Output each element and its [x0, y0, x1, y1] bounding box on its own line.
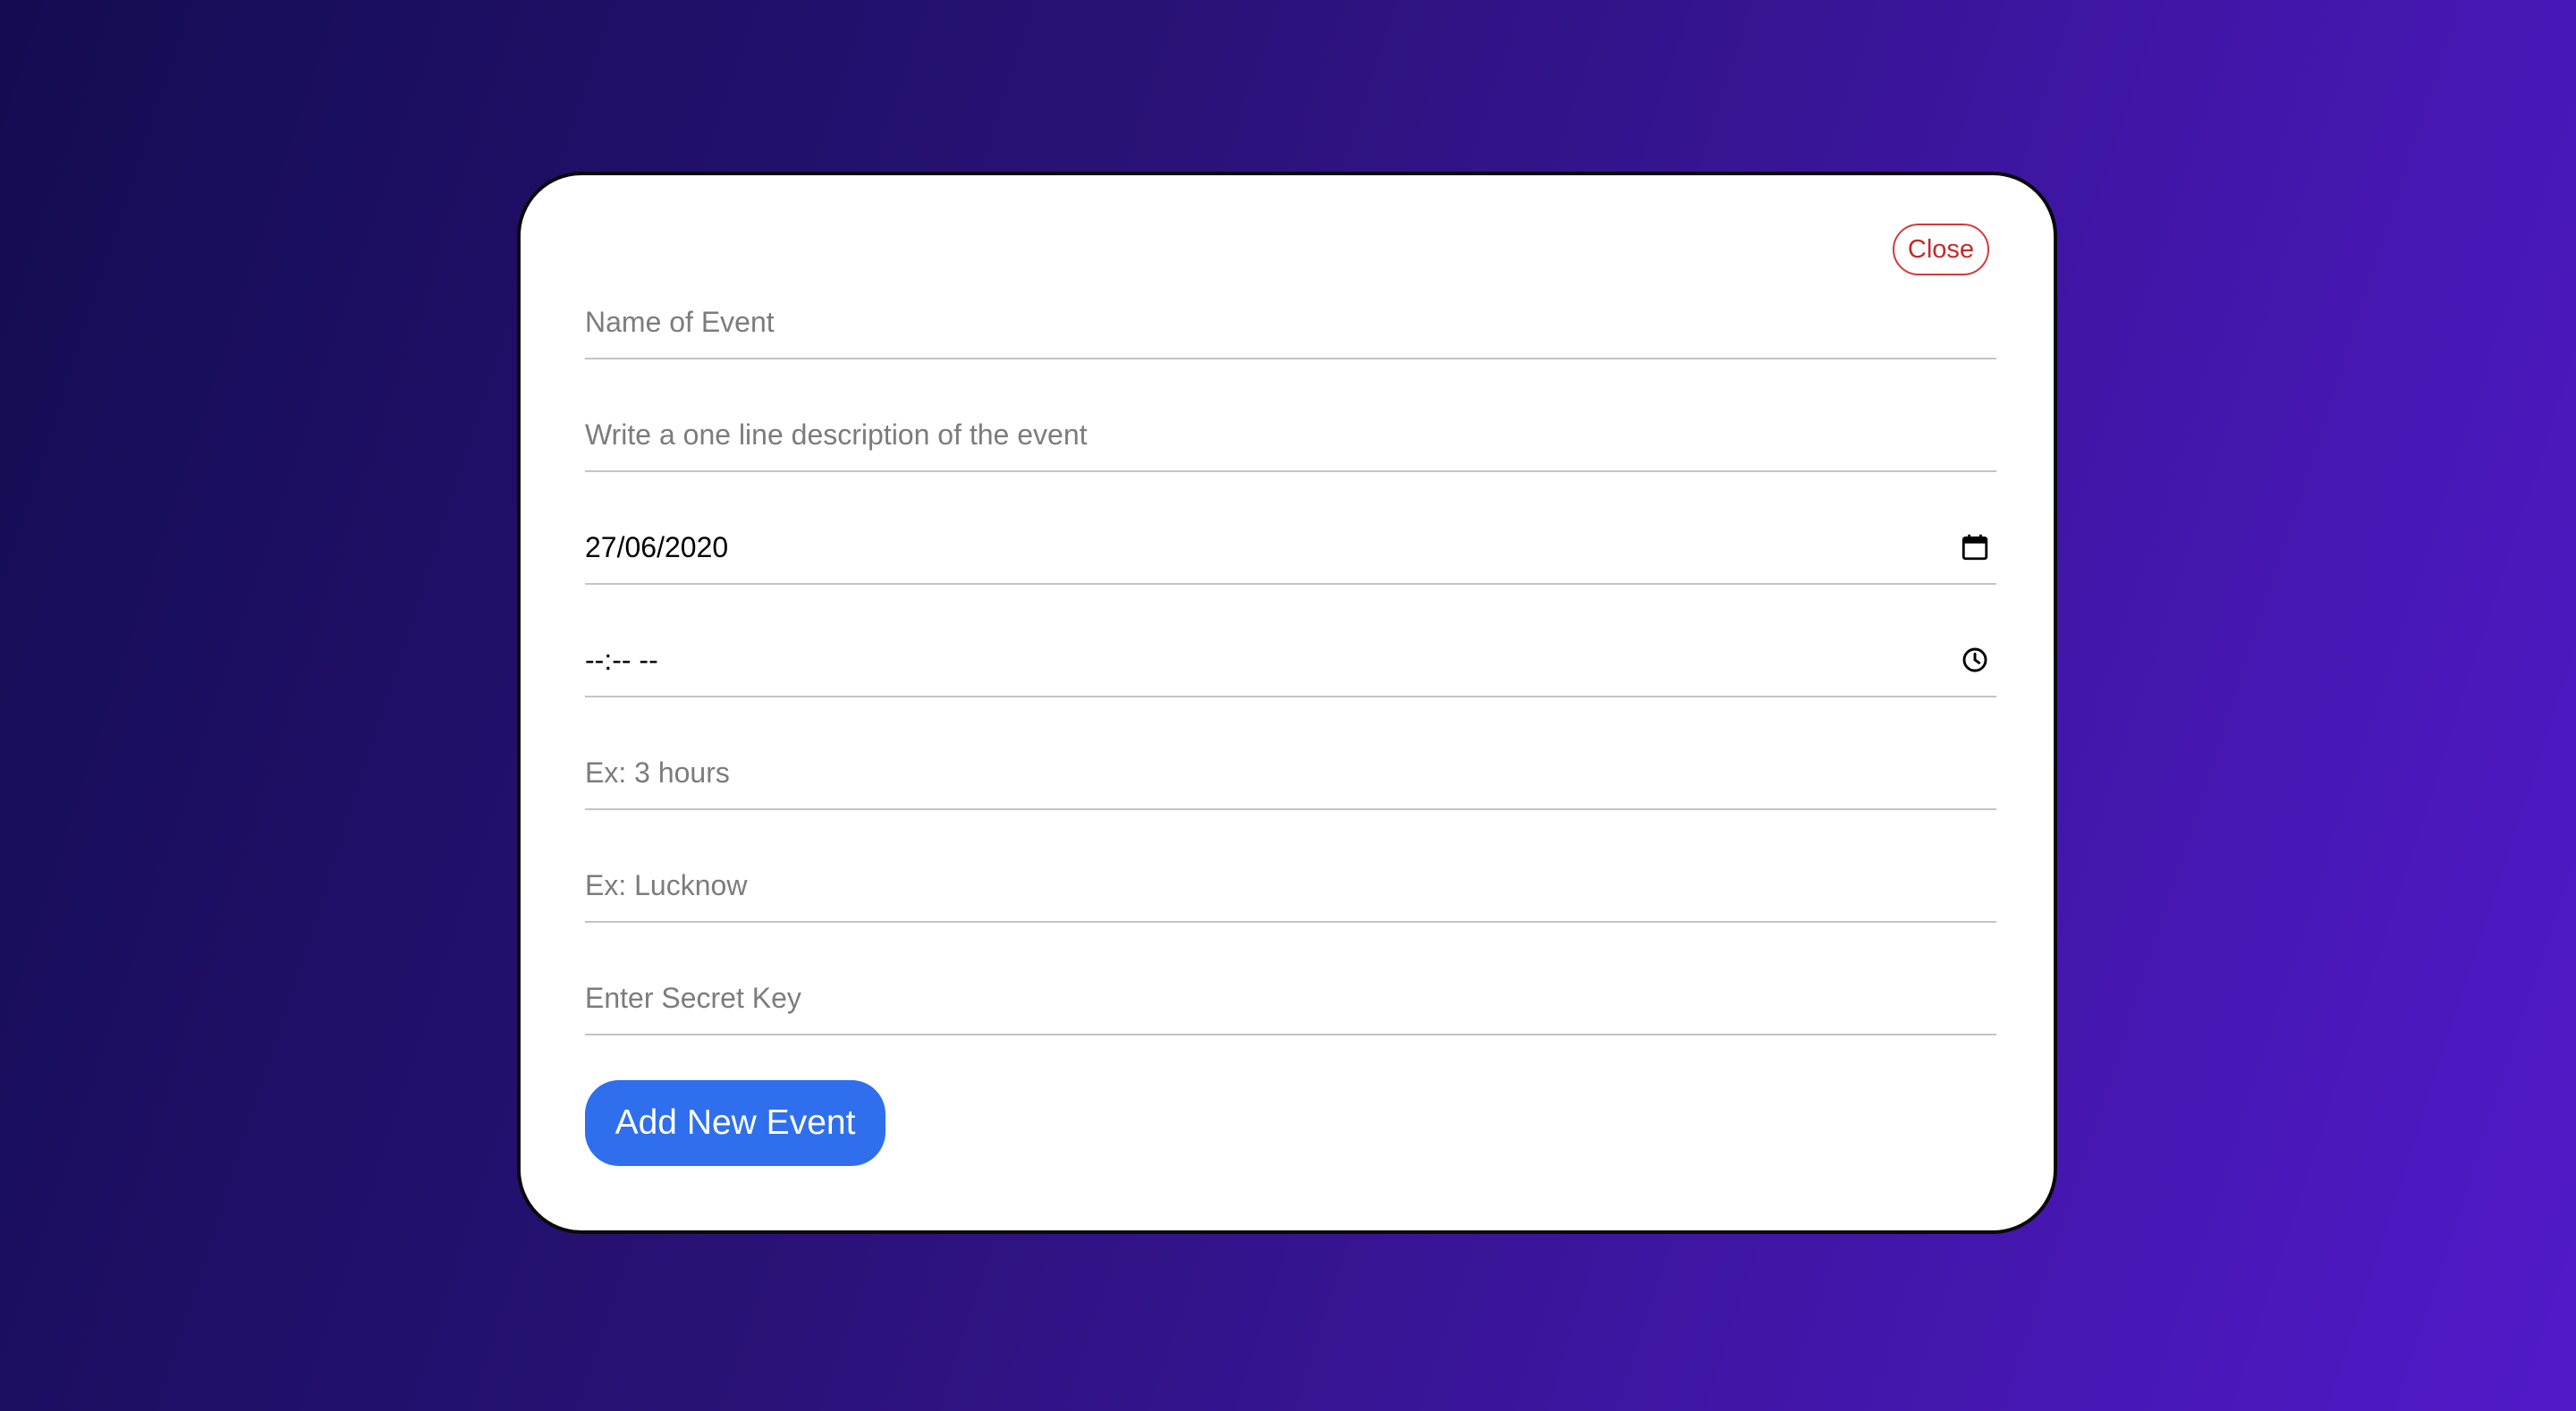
event-time-value[interactable]: --:-- -- — [585, 644, 658, 677]
clock-icon[interactable] — [1957, 642, 1993, 678]
event-name-input[interactable] — [585, 305, 1996, 339]
event-location-field — [585, 849, 1996, 923]
event-description-input[interactable] — [585, 418, 1996, 452]
event-date-value[interactable]: 27/06/2020 — [585, 531, 728, 564]
event-time-field[interactable]: --:-- -- — [585, 624, 1996, 697]
event-date-field[interactable]: 27/06/2020 — [585, 511, 1996, 585]
calendar-icon[interactable] — [1957, 529, 1993, 565]
add-new-event-button[interactable]: Add New Event — [585, 1080, 886, 1166]
event-name-field — [585, 286, 1996, 359]
add-event-modal: Close 27/06/2020 --:-- -- — [517, 172, 2057, 1234]
event-duration-input[interactable] — [585, 756, 1996, 790]
close-button[interactable]: Close — [1893, 224, 1989, 275]
secret-key-field — [585, 962, 1996, 1035]
event-location-input[interactable] — [585, 868, 1996, 902]
event-description-field — [585, 399, 1996, 472]
event-duration-field — [585, 737, 1996, 810]
secret-key-input[interactable] — [585, 981, 1996, 1015]
